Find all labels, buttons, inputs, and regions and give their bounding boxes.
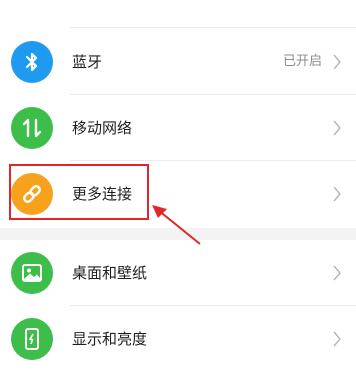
annotation-highlight-box bbox=[9, 164, 149, 220]
annotation-arrow-icon bbox=[152, 205, 201, 245]
settings-screen: 蓝牙 已开启 移动网络 更多连接 桌面和壁纸 显示和亮度 bbox=[0, 0, 356, 367]
bluetooth-status: 已开启 bbox=[282, 54, 322, 69]
chevron-right-icon bbox=[333, 265, 341, 281]
top-divider bbox=[70, 27, 356, 28]
wallpaper-icon bbox=[11, 252, 53, 294]
settings-item-label: 桌面和壁纸 bbox=[72, 264, 148, 282]
settings-item-mobile-network[interactable]: 移动网络 bbox=[0, 95, 356, 161]
settings-item-label: 显示和亮度 bbox=[72, 330, 148, 348]
settings-item-label: 移动网络 bbox=[72, 119, 133, 137]
settings-item-bluetooth[interactable]: 蓝牙 已开启 bbox=[0, 29, 356, 95]
settings-item-label: 蓝牙 bbox=[72, 53, 103, 71]
chevron-right-icon bbox=[333, 331, 341, 347]
chevron-right-icon bbox=[333, 54, 341, 70]
display-brightness-icon bbox=[11, 318, 53, 360]
chevron-right-icon bbox=[333, 186, 341, 202]
bluetooth-icon bbox=[11, 41, 53, 83]
mobile-data-icon bbox=[11, 107, 53, 149]
settings-item-display-brightness[interactable]: 显示和亮度 bbox=[0, 306, 356, 372]
chevron-right-icon bbox=[333, 120, 341, 136]
